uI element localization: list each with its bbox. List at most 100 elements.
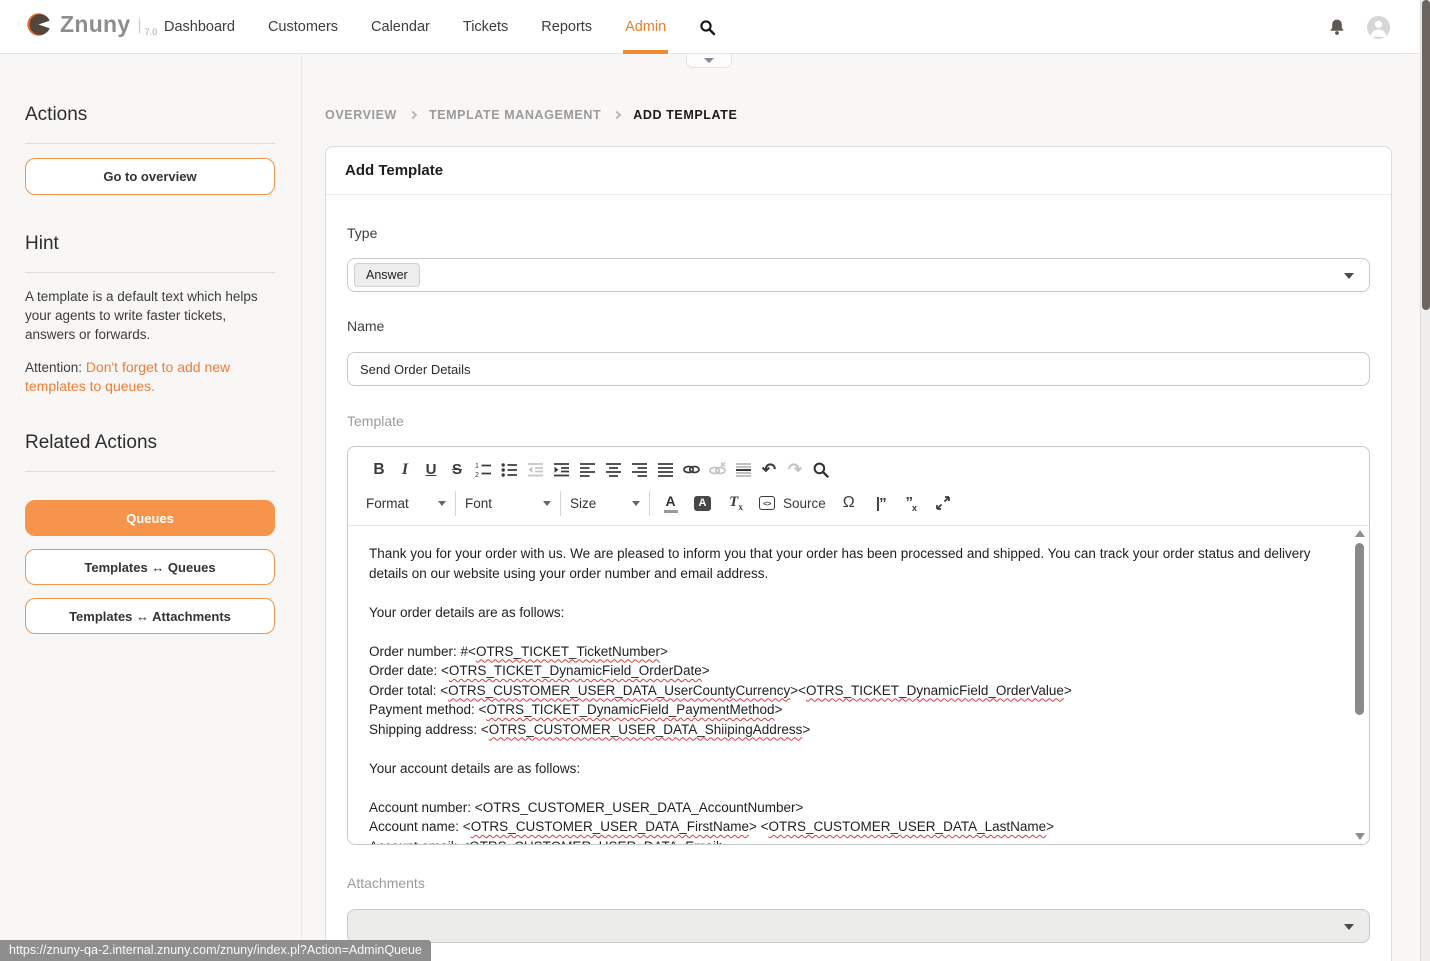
text-color-icon[interactable]: A bbox=[659, 492, 685, 515]
background-color-icon[interactable]: A bbox=[691, 492, 717, 515]
navbar-collapse-toggle[interactable] bbox=[686, 55, 732, 68]
chevron-right-icon bbox=[613, 110, 621, 118]
nav-item-tickets[interactable]: Tickets bbox=[463, 0, 508, 54]
quote-insert-icon[interactable]: |” bbox=[868, 492, 894, 515]
maximize-icon[interactable] bbox=[930, 492, 956, 515]
numbered-list-icon[interactable]: 12 bbox=[470, 458, 496, 481]
type-selected-chip[interactable]: Answer bbox=[354, 263, 420, 287]
quote-remove-icon[interactable]: ”x bbox=[898, 492, 924, 515]
templates-queues-button[interactable]: Templates ↔ Queues bbox=[25, 549, 275, 585]
znuny-logo[interactable]: Znuny | 7.0 bbox=[25, 11, 157, 38]
nav-item-customers[interactable]: Customers bbox=[268, 0, 338, 54]
align-center-icon[interactable] bbox=[600, 458, 626, 481]
top-navbar: Znuny | 7.0 Dashboard Customers Calendar… bbox=[0, 0, 1430, 54]
align-left-icon[interactable] bbox=[574, 458, 600, 481]
editor-text-line: Account email: <OTRS_CUSTOMER_USER_DATA_… bbox=[369, 837, 1325, 845]
svg-text:1: 1 bbox=[475, 463, 479, 470]
type-select[interactable]: Answer bbox=[347, 258, 1370, 292]
find-icon[interactable] bbox=[808, 458, 834, 481]
hint-text: A template is a default text which helps… bbox=[25, 287, 275, 344]
divider bbox=[25, 471, 275, 472]
search-icon[interactable] bbox=[699, 0, 716, 54]
source-button[interactable]: <> Source bbox=[757, 492, 828, 515]
editor-text-line: Order number: #<OTRS_TICKET_TicketNumber… bbox=[369, 642, 1325, 662]
breadcrumb-template-management[interactable]: TEMPLATE MANAGEMENT bbox=[429, 108, 601, 122]
justify-icon[interactable] bbox=[652, 458, 678, 481]
chevron-down-icon bbox=[632, 501, 640, 506]
toolbar-separator bbox=[560, 491, 561, 516]
editor-text-line: Order total: <OTRS_CUSTOMER_USER_DATA_Us… bbox=[369, 681, 1325, 701]
outdent-icon[interactable] bbox=[522, 458, 548, 481]
italic-icon[interactable]: I bbox=[392, 458, 418, 481]
editor-text-line: Your account details are as follows: bbox=[369, 759, 1325, 779]
unlink-icon[interactable] bbox=[704, 458, 730, 481]
editor-content[interactable]: Thank you for your order with us. We are… bbox=[348, 526, 1369, 844]
breadcrumb: OVERVIEW TEMPLATE MANAGEMENT ADD TEMPLAT… bbox=[325, 108, 1420, 122]
name-input[interactable] bbox=[347, 352, 1370, 386]
go-to-overview-button[interactable]: Go to overview bbox=[25, 158, 275, 195]
chevron-down-icon bbox=[704, 58, 714, 63]
toolbar-separator bbox=[649, 491, 650, 516]
format-select[interactable]: Format bbox=[366, 490, 446, 516]
chevron-down-icon bbox=[1344, 924, 1354, 930]
editor-text-line: Order date: <OTRS_TICKET_DynamicField_Or… bbox=[369, 661, 1325, 681]
breadcrumb-add-template: ADD TEMPLATE bbox=[633, 108, 737, 122]
divider bbox=[25, 272, 275, 273]
page-scrollbar-thumb[interactable] bbox=[1422, 0, 1430, 310]
attention-label: Attention: bbox=[25, 360, 82, 375]
editor-scrollbar[interactable] bbox=[1354, 530, 1366, 840]
editor-text-line: Shipping address: <OTRS_CUSTOMER_USER_DA… bbox=[369, 720, 1325, 740]
queues-button[interactable]: Queues bbox=[25, 500, 275, 536]
editor-blank-line bbox=[369, 739, 1325, 759]
nav-item-dashboard[interactable]: Dashboard bbox=[164, 0, 235, 54]
chevron-down-icon bbox=[438, 501, 446, 506]
link-icon[interactable] bbox=[678, 458, 704, 481]
main-nav: Dashboard Customers Calendar Tickets Rep… bbox=[164, 0, 716, 54]
bulleted-list-icon[interactable] bbox=[496, 458, 522, 481]
nav-item-reports[interactable]: Reports bbox=[541, 0, 592, 54]
size-select[interactable]: Size bbox=[570, 490, 640, 516]
editor-blank-line bbox=[369, 583, 1325, 603]
notifications-bell-icon[interactable] bbox=[1328, 18, 1346, 37]
editor-content-lines: Thank you for your order with us. We are… bbox=[369, 544, 1325, 844]
main-content: OVERVIEW TEMPLATE MANAGEMENT ADD TEMPLAT… bbox=[302, 54, 1420, 961]
logo-text: Znuny bbox=[60, 11, 131, 38]
nav-item-calendar[interactable]: Calendar bbox=[371, 0, 430, 54]
editor-scrollbar-thumb[interactable] bbox=[1355, 543, 1364, 715]
scroll-up-icon[interactable] bbox=[1355, 530, 1365, 537]
add-template-panel: Add Template Type Answer Name Template B… bbox=[325, 146, 1392, 961]
redo-icon[interactable]: ↷ bbox=[782, 458, 808, 481]
panel-body: Type Answer Name Template B I U bbox=[326, 195, 1391, 961]
type-label: Type bbox=[347, 225, 1370, 241]
source-icon: <> bbox=[759, 496, 775, 510]
svg-text:2: 2 bbox=[475, 472, 479, 478]
strikethrough-icon[interactable]: S bbox=[444, 458, 470, 481]
underline-icon[interactable]: U bbox=[418, 458, 444, 481]
navbar-right bbox=[1328, 0, 1390, 54]
remove-format-icon[interactable]: Tx bbox=[723, 492, 749, 515]
attachments-label: Attachments bbox=[347, 875, 1370, 891]
special-character-icon[interactable]: Ω bbox=[836, 492, 862, 515]
related-actions-buttons: Queues Templates ↔ Queues Templates ↔ At… bbox=[25, 500, 275, 634]
page-scrollbar[interactable] bbox=[1420, 0, 1430, 961]
hint-section: Hint A template is a default text which … bbox=[25, 233, 275, 396]
attachments-select[interactable] bbox=[347, 909, 1370, 943]
editor-text-line: Your order details are as follows: bbox=[369, 603, 1325, 623]
indent-icon[interactable] bbox=[548, 458, 574, 481]
chevron-right-icon bbox=[409, 110, 417, 118]
avatar[interactable] bbox=[1367, 16, 1390, 39]
font-select[interactable]: Font bbox=[465, 490, 551, 516]
chevron-down-icon bbox=[1344, 273, 1354, 279]
template-label: Template bbox=[347, 413, 1370, 429]
bold-icon[interactable]: B bbox=[366, 458, 392, 481]
editor-text-line: Account number: <OTRS_CUSTOMER_USER_DATA… bbox=[369, 798, 1325, 818]
scroll-down-icon[interactable] bbox=[1355, 833, 1365, 840]
align-right-icon[interactable] bbox=[626, 458, 652, 481]
nav-item-admin[interactable]: Admin bbox=[625, 0, 666, 54]
editor-text-line: Thank you for your order with us. We are… bbox=[369, 544, 1325, 583]
undo-icon[interactable]: ↶ bbox=[756, 458, 782, 481]
breadcrumb-overview[interactable]: OVERVIEW bbox=[325, 108, 397, 122]
horizontal-rule-icon[interactable] bbox=[730, 458, 756, 481]
actions-title: Actions bbox=[25, 104, 275, 126]
templates-attachments-button[interactable]: Templates ↔ Attachments bbox=[25, 598, 275, 634]
